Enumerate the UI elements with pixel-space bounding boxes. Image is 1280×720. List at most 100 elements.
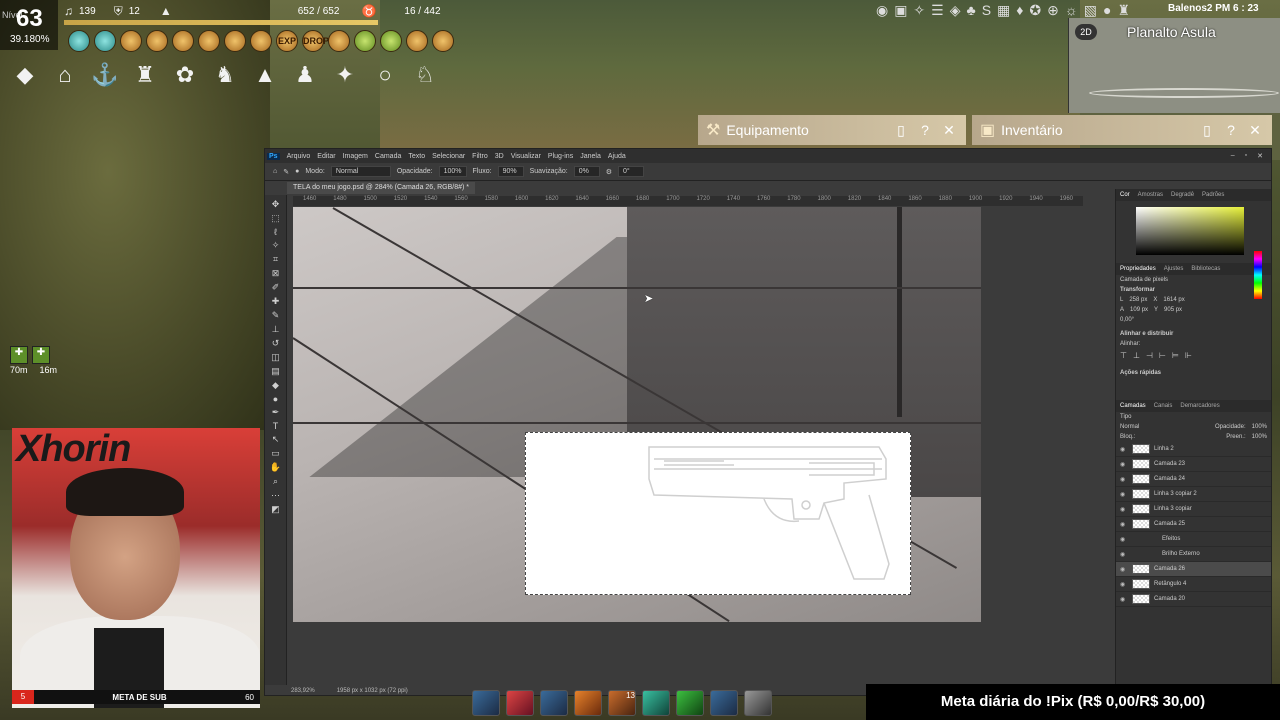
menu-item[interactable]: Imagem (343, 153, 368, 160)
menu-item[interactable]: Texto (408, 153, 425, 160)
hue-slider[interactable] (1254, 251, 1262, 299)
inventory-help-icon[interactable]: ? (1222, 122, 1240, 138)
menu-item[interactable]: Editar (317, 153, 335, 160)
wand-tool-icon[interactable]: ✧ (272, 240, 280, 251)
lasso-tool-icon[interactable]: ℓ (274, 227, 277, 237)
top-menu-icon[interactable]: ✧ (913, 2, 925, 19)
bag-icon[interactable] (432, 30, 454, 52)
layer-row[interactable]: ◉ Linha 3 copiar (1116, 502, 1271, 517)
visibility-eye-icon[interactable]: ◉ (1120, 461, 1128, 468)
top-menu-icon[interactable]: ◈ (950, 2, 961, 19)
heart-icon[interactable] (94, 30, 116, 52)
brush-tool-side-icon[interactable]: ✎ (272, 310, 280, 321)
layer-row[interactable]: ◉ Camada 20 (1116, 592, 1271, 607)
menu-item[interactable]: Camada (375, 153, 401, 160)
layer-filter[interactable]: Tipo (1120, 414, 1131, 420)
zoom-tool-icon[interactable]: ⌕ (273, 476, 278, 487)
equipment-help-icon[interactable]: ? (916, 122, 934, 138)
layer-row[interactable]: ◉ Linha 3 copiar 2 (1116, 487, 1271, 502)
potion-icon[interactable] (328, 30, 350, 52)
equipment-window-header[interactable]: ⚒ Equipamento ▯ ? ✕ (698, 115, 966, 145)
shop-icon[interactable] (198, 30, 220, 52)
color-picker[interactable] (1136, 207, 1244, 255)
inventory-page-icon[interactable]: ▯ (1198, 122, 1216, 139)
history-brush-icon[interactable]: ↺ (272, 338, 280, 349)
props-x[interactable]: 1614 px (1163, 297, 1184, 303)
menu-item[interactable]: Arquivo (287, 153, 311, 160)
visibility-eye-icon[interactable]: ◉ (1120, 491, 1128, 498)
inventory-window-header[interactable]: ▣ Inventário ▯ ? ✕ (972, 115, 1272, 145)
top-menu-icon[interactable]: ♜ (1117, 2, 1130, 19)
skill-slot[interactable] (676, 690, 704, 716)
visibility-eye-icon[interactable]: ◉ (1120, 536, 1128, 543)
layer-row[interactable]: ◉ Camada 26 (1116, 562, 1271, 577)
menu-item[interactable]: Visualizar (511, 153, 541, 160)
buff-icon-1[interactable]: ✚ (10, 346, 28, 364)
top-menu-icon[interactable]: ✪ (1029, 2, 1041, 19)
props-y[interactable]: 905 px (1164, 307, 1182, 313)
target-icon[interactable] (354, 30, 376, 52)
blend-mode[interactable]: Normal (1120, 424, 1139, 430)
layer-row[interactable]: ◉ Brilho Externo (1116, 547, 1271, 562)
empty-icon[interactable]: ○ (368, 58, 402, 92)
visibility-eye-icon[interactable]: ◉ (1120, 566, 1128, 573)
panel-tab[interactable]: Amostras (1138, 192, 1163, 198)
hand-tool-icon[interactable]: ✋ (270, 462, 281, 473)
type-tool-icon[interactable]: T (273, 421, 279, 431)
panel-tab[interactable]: Demarcadores (1180, 403, 1219, 409)
top-menu-icon[interactable]: ▧ (1084, 2, 1097, 19)
knight-icon[interactable] (250, 30, 272, 52)
exp-badge-icon[interactable]: EXP (276, 30, 298, 52)
top-menu-icon[interactable]: ☰ (931, 2, 944, 19)
skill-slot[interactable] (710, 690, 738, 716)
skill-slot[interactable] (540, 690, 568, 716)
home-icon[interactable]: ⌂ (48, 58, 82, 92)
panel-tab[interactable]: Propriedades (1120, 266, 1156, 272)
menu-item[interactable]: Janela (580, 153, 601, 160)
top-menu-icon[interactable]: ♦ (1016, 2, 1023, 19)
skill-slot[interactable] (506, 690, 534, 716)
inventory-close-icon[interactable]: ✕ (1246, 122, 1264, 139)
menu-item[interactable]: Ajuda (608, 153, 626, 160)
visibility-eye-icon[interactable]: ◉ (1120, 581, 1128, 588)
brush-preset-icon[interactable]: ● (295, 168, 299, 175)
layer-row[interactable]: ◉ Retângulo 4 (1116, 577, 1271, 592)
more-tools-icon[interactable]: ⋯ (271, 490, 280, 501)
skill-slot[interactable] (574, 690, 602, 716)
skill-slot[interactable] (472, 690, 500, 716)
pen-tool-icon[interactable]: ✒ (272, 407, 280, 418)
visibility-eye-icon[interactable]: ◉ (1120, 521, 1128, 528)
document-tab[interactable]: TELA do meu jogo.psd @ 284% (Camada 26, … (287, 182, 475, 194)
frame-tool-icon[interactable]: ⊠ (272, 268, 280, 279)
mode-select[interactable]: Normal (330, 166, 391, 177)
flame-icon[interactable] (146, 30, 168, 52)
minimize-icon[interactable]: – (1231, 152, 1235, 160)
props-width[interactable]: 258 px (1129, 297, 1147, 303)
layer-row[interactable]: ◉ Camada 23 (1116, 457, 1271, 472)
panel-tab[interactable]: Bibliotecas (1191, 266, 1220, 272)
skill-slot[interactable] (642, 690, 670, 716)
layer-row[interactable]: ◉ Camada 24 (1116, 472, 1271, 487)
empty-slot-icon[interactable] (406, 30, 428, 52)
horse-icon[interactable]: ♘ (408, 58, 442, 92)
menu-item[interactable]: Filtro (472, 153, 488, 160)
path-tool-icon[interactable]: ↖ (272, 434, 280, 445)
drop-badge-icon[interactable]: DROP (302, 30, 329, 52)
opacity-field[interactable]: 100% (438, 166, 467, 177)
butterfly-icon[interactable]: ✦ (328, 58, 362, 92)
top-menu-icon[interactable]: ♣ (967, 2, 976, 19)
top-menu-icon[interactable]: ● (1103, 2, 1111, 19)
leaf-icon[interactable] (380, 30, 402, 52)
shield-icon[interactable] (224, 30, 246, 52)
home-icon[interactable]: ⌂ (273, 168, 277, 175)
menu-item[interactable]: Plug-ins (548, 153, 573, 160)
panel-tab[interactable]: Ajustes (1164, 266, 1184, 272)
minimap-mode-button[interactable]: 2D (1075, 24, 1097, 40)
paw-icon[interactable]: ✿ (168, 58, 202, 92)
castle-icon[interactable]: ♜ (128, 58, 162, 92)
smooth-field[interactable]: 0% (573, 166, 600, 177)
healing-tool-icon[interactable]: ✚ (272, 296, 280, 307)
visibility-eye-icon[interactable]: ◉ (1120, 596, 1128, 603)
compass-icon[interactable] (120, 30, 142, 52)
horse-head-icon[interactable]: ♞ (208, 58, 242, 92)
